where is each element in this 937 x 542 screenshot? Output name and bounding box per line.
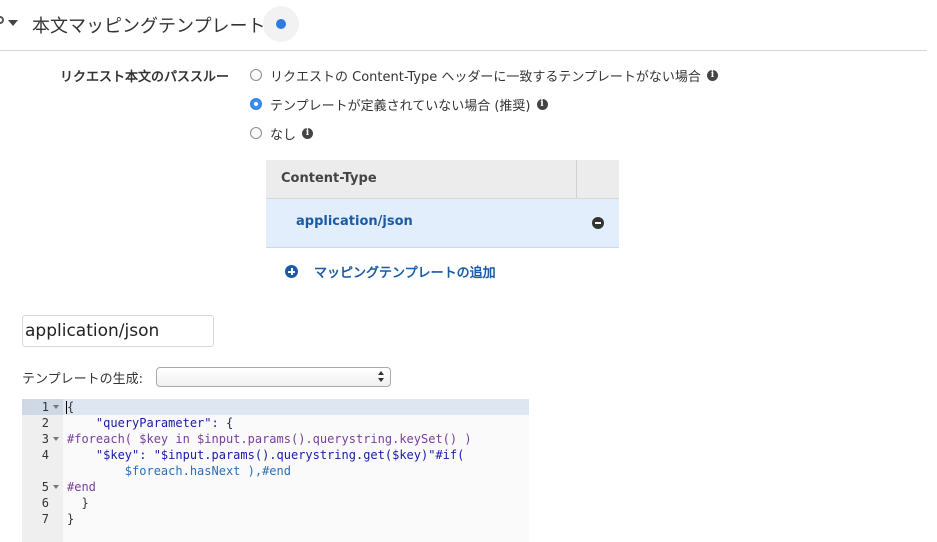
column-divider <box>576 160 577 198</box>
passthrough-option-never[interactable]: なし i <box>250 124 314 143</box>
unsaved-indicator <box>263 6 299 42</box>
fold-arrow-icon[interactable] <box>53 437 59 441</box>
content-type-link[interactable]: application/json <box>296 214 413 229</box>
info-icon[interactable]: i <box>302 127 314 139</box>
radio-button-selected[interactable] <box>250 98 262 110</box>
code-text: #end <box>67 480 96 494</box>
passthrough-label: リクエスト本文のパススルー <box>60 70 230 85</box>
add-mapping-template-button[interactable]: マッピングテンプレートの追加 <box>285 262 496 281</box>
add-mapping-label: マッピングテンプレートの追加 <box>314 266 496 281</box>
info-icon[interactable]: i <box>536 98 548 110</box>
fold-arrow-icon[interactable] <box>53 405 59 409</box>
text-cursor <box>66 401 67 414</box>
body-mapping-section-header[interactable]: 本文マッピングテンプレート <box>0 0 927 51</box>
code-text: } <box>67 512 75 526</box>
code-line[interactable]: 5 #end <box>22 479 529 495</box>
code-text: $foreach.hasNext ),#end <box>67 464 291 478</box>
content-type-input[interactable]: application/json <box>22 315 214 347</box>
code-line[interactable]: 7 } <box>22 511 529 527</box>
option-label: なし <box>270 127 297 143</box>
passthrough-option-when-no-match[interactable]: リクエストの Content-Type ヘッダーに一致するテンプレートがない場合… <box>250 66 718 85</box>
unsaved-dot-icon <box>276 19 286 29</box>
line-number: 4 <box>41 448 49 462</box>
code-text: "$key": "$input.params().querystring.get… <box>67 448 465 462</box>
content-type-column-header: Content-Type <box>281 171 377 186</box>
code-line[interactable]: $foreach.hasNext ),#end <box>22 463 529 479</box>
table-header: Content-Type <box>266 160 619 199</box>
option-label: テンプレートが定義されていない場合 (推奨) <box>270 98 531 114</box>
radio-button[interactable] <box>250 69 262 81</box>
section-title: 本文マッピングテンプレート <box>32 16 266 37</box>
line-number: 2 <box>41 416 49 430</box>
radio-button[interactable] <box>250 127 262 139</box>
line-number: 7 <box>41 512 49 526</box>
help-icon <box>0 16 4 24</box>
line-number: 3 <box>41 432 49 446</box>
fold-arrow-icon[interactable] <box>53 485 59 489</box>
line-number: 1 <box>41 400 49 414</box>
method-integration-page: 本文マッピングテンプレート リクエスト本文のパススルー リクエストの Conte… <box>0 0 937 542</box>
option-label: リクエストの Content-Type ヘッダーに一致するテンプレートがない場合 <box>270 69 701 85</box>
code-text: #foreach( $key in $input.params().querys… <box>67 432 472 446</box>
plus-circle-icon <box>285 265 298 278</box>
generate-template-select[interactable] <box>156 367 391 387</box>
collapse-caret-icon[interactable] <box>8 20 18 26</box>
template-code-editor[interactable]: 1 { 2 "queryParameter": { 3 #foreach( $k… <box>22 399 529 542</box>
code-line[interactable]: 1 { <box>22 399 529 415</box>
code-line[interactable]: 4 "$key": "$input.params().querystring.g… <box>22 447 529 463</box>
passthrough-option-when-no-templates[interactable]: テンプレートが定義されていない場合 (推奨) i <box>250 95 548 114</box>
code-line[interactable]: 3 #foreach( $key in $input.params().quer… <box>22 431 529 447</box>
line-number: 5 <box>41 480 49 494</box>
table-row[interactable]: application/json <box>266 199 619 248</box>
code-text: { <box>67 400 75 414</box>
generate-template-label: テンプレートの生成: <box>22 372 143 387</box>
content-type-table: Content-Type application/json <box>266 160 619 248</box>
line-number: 6 <box>41 496 49 510</box>
code-text: } <box>67 496 89 510</box>
code-line[interactable]: 6 } <box>22 495 529 511</box>
code-text: "queryParameter": { <box>67 416 234 430</box>
info-icon[interactable]: i <box>706 69 718 81</box>
select-arrows-icon <box>378 371 385 383</box>
code-line[interactable]: 2 "queryParameter": { <box>22 415 529 431</box>
remove-icon[interactable] <box>592 217 604 229</box>
